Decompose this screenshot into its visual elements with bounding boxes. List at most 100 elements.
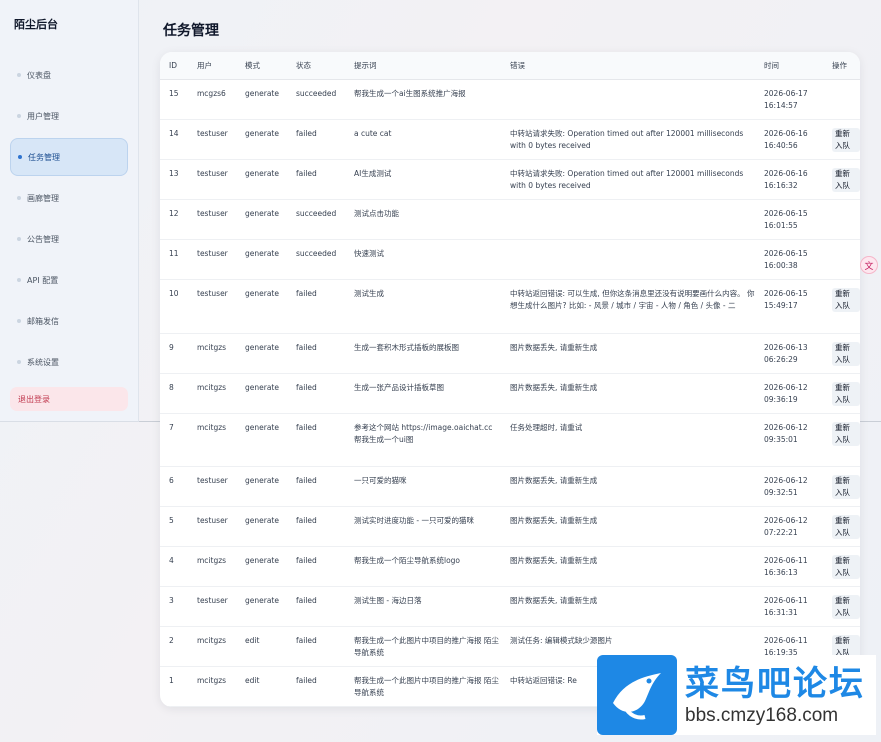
cell-mode: generate (236, 119, 287, 160)
column-header-id[interactable]: ID (160, 52, 188, 80)
table-row: 4 mcitgzs generate failed 帮我生成一个陌尘导航系统logo 图片… (160, 546, 860, 587)
cell-action (823, 199, 860, 240)
cell-time: 2026-06-12 09:36:19 (755, 373, 823, 414)
cell-user: mcitgzs (188, 666, 236, 707)
cell-status: failed (287, 586, 345, 627)
requeue-button[interactable]: 重新入队 (832, 287, 860, 312)
column-header-mode[interactable]: 模式 (236, 52, 287, 80)
sidebar-item-tasks[interactable]: 任务管理 (10, 138, 128, 176)
cell-time: 2026-06-13 06:26:29 (755, 333, 823, 374)
cell-mode: generate (236, 586, 287, 627)
column-header-error[interactable]: 错误 (501, 52, 755, 80)
cell-id: 2 (160, 626, 188, 667)
cell-error: 图片数据丢失, 请重新生成 (501, 546, 755, 587)
requeue-button[interactable]: 重新入队 (832, 421, 860, 446)
cell-mode: generate (236, 279, 287, 334)
cell-prompt: 帮我生成一个ai生图系统推广海报 (345, 79, 501, 120)
column-header-action: 操作 (823, 52, 860, 80)
cell-error (501, 239, 755, 280)
requeue-button[interactable]: 重新入队 (832, 381, 860, 406)
sidebar-item-announcements[interactable]: 公告管理 (10, 220, 128, 258)
table-header-row: ID 用户 模式 状态 提示词 错误 时间 操作 (160, 52, 860, 80)
cell-mode: generate (236, 413, 287, 467)
cell-id: 5 (160, 506, 188, 547)
sidebar-item-gallery[interactable]: 画廊管理 (10, 179, 128, 217)
cell-id: 11 (160, 239, 188, 280)
cell-user: mcgzs6 (188, 79, 236, 120)
logout-button[interactable]: 退出登录 (10, 387, 128, 411)
requeue-button[interactable]: 重新入队 (832, 554, 860, 579)
nav-dot-icon (17, 278, 21, 282)
cell-action (823, 79, 860, 120)
cell-status: failed (287, 159, 345, 200)
sidebar-item-settings[interactable]: 系统设置 (10, 343, 128, 381)
column-header-user[interactable]: 用户 (188, 52, 236, 80)
requeue-button[interactable]: 重新入队 (832, 167, 860, 192)
cell-status: failed (287, 279, 345, 334)
cell-id: 6 (160, 466, 188, 507)
cell-id: 9 (160, 333, 188, 374)
sidebar-item-api-config[interactable]: API 配置 (10, 261, 128, 299)
nav-dot-icon (17, 237, 21, 241)
sidebar-item-label: API 配置 (27, 275, 59, 285)
sidebar-item-label: 系统设置 (27, 357, 59, 367)
cell-time: 2026-06-16 16:40:56 (755, 119, 823, 160)
sidebar-item-users[interactable]: 用户管理 (10, 97, 128, 135)
nav-dot-icon (17, 114, 21, 118)
sidebar-item-dashboard[interactable]: 仪表盘 (10, 56, 128, 94)
cell-prompt: 参考这个网站 https://image.oaichat.cc 帮我生成一个ui… (345, 413, 501, 467)
column-header-time[interactable]: 时间 (755, 52, 823, 80)
cell-action: 重新入队 (823, 466, 860, 507)
nav-dot-icon (17, 319, 21, 323)
cell-id: 4 (160, 546, 188, 587)
sidebar-item-label: 公告管理 (27, 234, 59, 244)
sidebar-item-label: 任务管理 (28, 152, 60, 162)
cell-status: failed (287, 333, 345, 374)
cell-error: 图片数据丢失, 请重新生成 (501, 506, 755, 547)
page-title: 任务管理 (163, 23, 219, 39)
sidebar-item-label: 仪表盘 (27, 70, 51, 80)
requeue-button[interactable]: 重新入队 (832, 341, 860, 366)
cell-id: 8 (160, 373, 188, 414)
requeue-button[interactable]: 重新入队 (832, 127, 860, 152)
cell-mode: generate (236, 506, 287, 547)
cell-action: 重新入队 (823, 546, 860, 587)
requeue-button[interactable]: 重新入队 (832, 514, 860, 539)
cell-prompt: 生成一套积木形式插板的展板图 (345, 333, 501, 374)
cell-user: testuser (188, 239, 236, 280)
sidebar-item-label: 画廊管理 (27, 193, 59, 203)
cell-user: testuser (188, 279, 236, 334)
cell-id: 12 (160, 199, 188, 240)
sidebar-item-mail[interactable]: 邮箱发信 (10, 302, 128, 340)
cell-action (823, 239, 860, 280)
cell-user: mcitgzs (188, 626, 236, 667)
cell-id: 14 (160, 119, 188, 160)
cell-time: 2026-06-15 16:00:38 (755, 239, 823, 280)
column-header-prompt[interactable]: 提示词 (345, 52, 501, 80)
cell-prompt: 测试生图 - 海边日落 (345, 586, 501, 627)
table-row: 14 testuser generate failed a cute cat 中转站请求失… (160, 119, 860, 160)
cell-action: 重新入队 (823, 159, 860, 200)
cell-id: 10 (160, 279, 188, 334)
cell-error: 图片数据丢失, 请重新生成 (501, 373, 755, 414)
cell-status: failed (287, 119, 345, 160)
cell-prompt: 帮我生成一个此图片中项目的推广海报 陌尘导航系统 (345, 666, 501, 707)
sidebar-item-label: 邮箱发信 (27, 316, 59, 326)
cell-prompt: a cute cat (345, 119, 501, 160)
sidebar: 陌尘后台 仪表盘 用户管理 任务管理 画廊管理 公告管理 API 配置 邮箱发信… (0, 0, 139, 422)
cell-status: succeeded (287, 199, 345, 240)
cell-id: 13 (160, 159, 188, 200)
table-row: 12 testuser generate succeeded 测试点击功能 2026-06… (160, 199, 860, 240)
cell-time: 2026-06-17 16:14:57 (755, 79, 823, 120)
cell-time: 2026-06-15 16:01:55 (755, 199, 823, 240)
column-header-status[interactable]: 状态 (287, 52, 345, 80)
requeue-button[interactable]: 重新入队 (832, 474, 860, 499)
cell-time: 2026-06-15 15:49:17 (755, 279, 823, 334)
table-row: 10 testuser generate failed 测试生成 中转站返回错误: 可以生… (160, 279, 860, 334)
table-row: 15 mcgzs6 generate succeeded 帮我生成一个ai生图系统推广海… (160, 79, 860, 120)
translate-icon[interactable]: 文 (860, 256, 878, 274)
cell-action: 重新入队 (823, 373, 860, 414)
cell-status: failed (287, 506, 345, 547)
nav-dot-icon (18, 155, 22, 159)
requeue-button[interactable]: 重新入队 (832, 594, 860, 619)
